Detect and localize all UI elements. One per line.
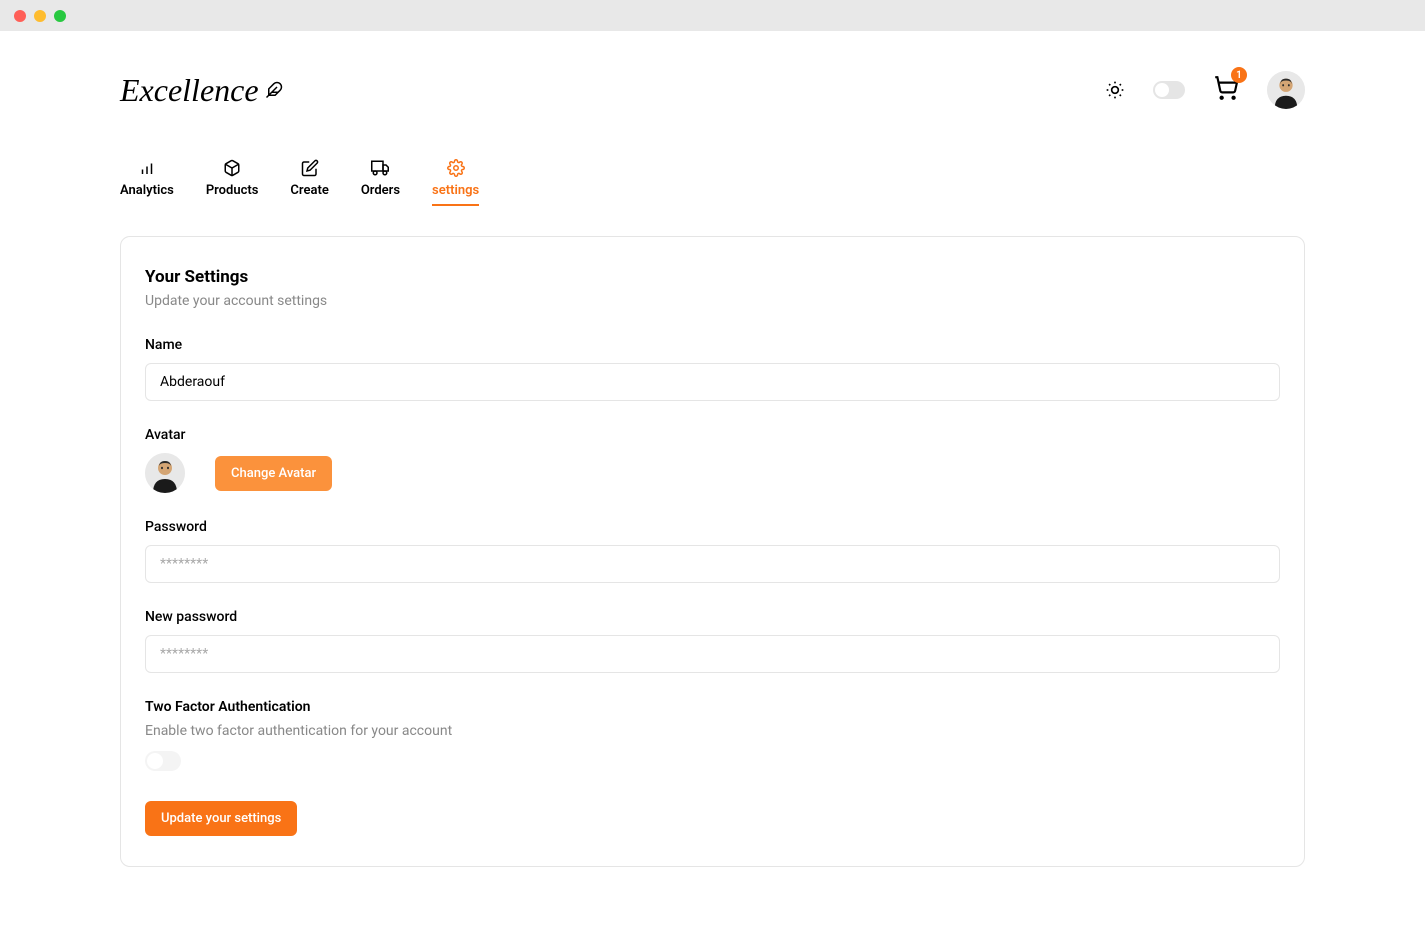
new-password-label: New password [145,609,1280,625]
tab-label: settings [432,183,479,198]
card-title: Your Settings [145,267,1280,287]
card-subtitle: Update your account settings [145,293,1280,309]
tab-create[interactable]: Create [290,159,328,206]
avatar-label: Avatar [145,427,1280,443]
update-settings-button[interactable]: Update your settings [145,801,297,836]
theme-toggle[interactable] [1153,81,1185,99]
new-password-group: New password [145,609,1280,673]
change-avatar-button[interactable]: Change Avatar [215,456,332,491]
brand-logo[interactable]: Excellence [120,72,283,109]
tab-label: Orders [361,183,400,198]
feather-icon [265,79,283,101]
settings-icon [447,159,465,177]
twofa-toggle[interactable] [145,751,181,771]
sun-icon [1105,80,1125,100]
cart-button[interactable]: 1 [1213,75,1239,105]
tab-label: Products [206,183,259,198]
name-label: Name [145,337,1280,353]
close-window[interactable] [14,10,26,22]
name-group: Name [145,337,1280,401]
settings-card: Your Settings Update your account settin… [120,236,1305,867]
twofa-section: Two Factor Authentication Enable two fac… [145,699,1280,771]
cart-badge: 1 [1231,67,1247,83]
tab-analytics[interactable]: Analytics [120,159,174,206]
twofa-title: Two Factor Authentication [145,699,1280,715]
avatar-preview [145,453,185,493]
tab-label: Create [290,183,328,198]
avatar-preview-image [145,453,185,493]
window-titlebar [0,0,1425,31]
password-group: Password [145,519,1280,583]
tab-settings[interactable]: settings [432,159,479,206]
tab-products[interactable]: Products [206,159,259,206]
user-avatar[interactable] [1267,71,1305,109]
tab-orders[interactable]: Orders [361,159,400,206]
tab-label: Analytics [120,183,174,198]
package-icon [223,159,241,177]
name-input[interactable] [145,363,1280,401]
password-input[interactable] [145,545,1280,583]
avatar-group: Avatar Change Avatar [145,427,1280,493]
nav-tabs: Analytics Products Create [0,159,1425,206]
header-controls: 1 [1105,71,1305,109]
edit-icon [301,159,319,177]
twofa-description: Enable two factor authentication for you… [145,723,1280,739]
app-header: Excellence [0,71,1425,109]
minimize-window[interactable] [34,10,46,22]
password-label: Password [145,519,1280,535]
maximize-window[interactable] [54,10,66,22]
bar-chart-icon [138,159,156,177]
truck-icon [371,159,389,177]
new-password-input[interactable] [145,635,1280,673]
brand-name: Excellence [120,72,259,109]
avatar-image [1267,71,1305,109]
